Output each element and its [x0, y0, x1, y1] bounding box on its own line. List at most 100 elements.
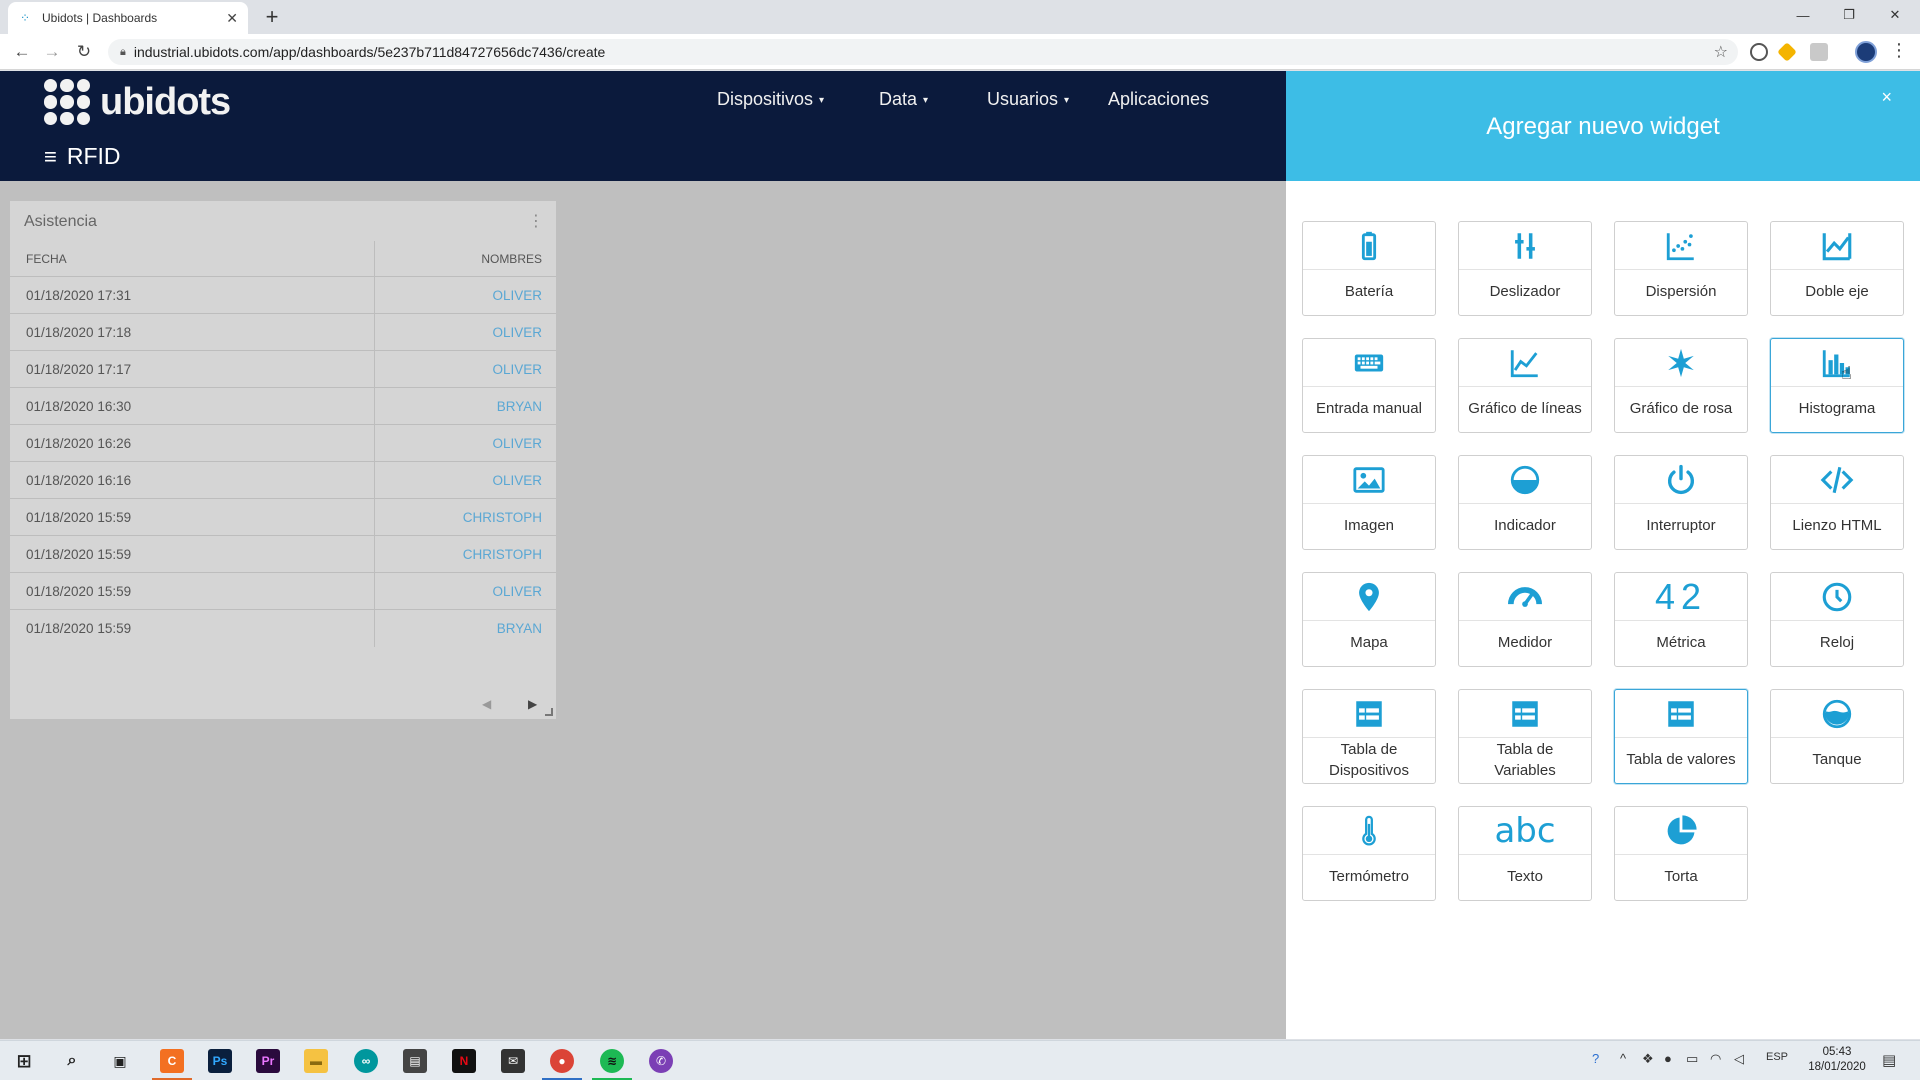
widget-option-tabla-de-variables[interactable]: Tabla de Variables — [1458, 689, 1592, 784]
widget-option-grafico-de-lineas[interactable]: Gráfico de líneas — [1458, 338, 1592, 433]
windows-start-icon[interactable]: ⊞ — [12, 1049, 36, 1073]
widget-option-indicador[interactable]: Indicador — [1458, 455, 1592, 550]
profile-avatar[interactable] — [1855, 41, 1877, 63]
metric-glyph: 42 — [1654, 575, 1708, 617]
hamburger-menu-icon[interactable]: ≡ — [44, 144, 57, 170]
widget-option-interruptor[interactable]: Interruptor — [1614, 455, 1748, 550]
widget-option-termometro[interactable]: Termómetro — [1302, 806, 1436, 901]
name-cell[interactable]: BRYAN — [375, 388, 556, 424]
widget-option-doble-eje[interactable]: Doble eje — [1770, 221, 1904, 316]
browser-tab[interactable]: ⁘ Ubidots | Dashboards ✕ — [8, 2, 248, 34]
table-widget[interactable]: Asistencia ⋮ FECHA NOMBRES 01/18/2020 17… — [10, 201, 556, 719]
widget-option-texto[interactable]: abc Texto — [1458, 806, 1592, 901]
name-cell[interactable]: OLIVER — [375, 573, 556, 609]
nav-data[interactable]: Data ▾ — [879, 89, 928, 110]
widget-option-grafico-de-rosa[interactable]: Gráfico de rosa — [1614, 338, 1748, 433]
name-cell[interactable]: OLIVER — [375, 351, 556, 387]
help-icon[interactable]: ? — [1592, 1051, 1599, 1066]
app-c-icon[interactable]: C — [160, 1049, 184, 1073]
name-cell[interactable]: OLIVER — [375, 277, 556, 313]
widget-option-label: Medidor — [1497, 634, 1553, 652]
search-icon[interactable]: ⌕ — [60, 1049, 84, 1073]
widget-option-histograma[interactable]: Histograma ☝ — [1770, 338, 1904, 433]
window-minimize-button[interactable]: — — [1780, 0, 1826, 30]
widget-option-medidor[interactable]: Medidor — [1458, 572, 1592, 667]
wifi-icon[interactable]: ◠ — [1710, 1051, 1721, 1067]
forward-arrow-icon[interactable]: → — [40, 40, 64, 64]
gauge-icon — [1459, 573, 1591, 621]
tank-icon — [1771, 690, 1903, 738]
widget-option-tabla-de-valores[interactable]: Tabla de valores — [1614, 689, 1748, 784]
name-cell[interactable]: CHRISTOPH — [375, 499, 556, 535]
microphone-icon[interactable]: ● — [1664, 1051, 1672, 1066]
address-bar[interactable]: 🔒︎ industrial.ubidots.com/app/dashboards… — [108, 39, 1738, 65]
language-indicator[interactable]: ESP — [1766, 1051, 1788, 1063]
name-cell[interactable]: OLIVER — [375, 462, 556, 498]
nav-aplicaciones[interactable]: Aplicaciones — [1108, 89, 1209, 110]
new-tab-button[interactable]: + — [260, 4, 284, 30]
taskbar-clock[interactable]: 05:43 18/01/2020 — [1808, 1045, 1866, 1075]
url-text: industrial.ubidots.com/app/dashboards/5e… — [133, 44, 606, 60]
widget-option-tabla-de-dispositivos[interactable]: Tabla de Dispositivos — [1302, 689, 1436, 784]
widget-option-label: Entrada manual — [1316, 400, 1422, 418]
browser-menu-icon[interactable]: ⋮ — [1890, 40, 1908, 61]
widget-option-metrica[interactable]: 42 Métrica — [1614, 572, 1748, 667]
volume-icon[interactable]: ◁ — [1734, 1051, 1744, 1067]
store-icon[interactable]: ▤ — [403, 1049, 427, 1073]
back-arrow-icon[interactable]: ← — [10, 40, 34, 64]
pager-next-icon[interactable]: ▶ — [528, 697, 537, 711]
widget-option-deslizador[interactable]: Deslizador — [1458, 221, 1592, 316]
widget-option-lienzo-html[interactable]: Lienzo HTML — [1770, 455, 1904, 550]
name-cell[interactable]: OLIVER — [375, 314, 556, 350]
mail-icon[interactable]: ✉ — [501, 1049, 525, 1073]
nav-usuarios[interactable]: Usuarios ▾ — [987, 89, 1069, 110]
dashboard-title[interactable]: ≡ RFID — [44, 143, 121, 170]
window-close-button[interactable]: ✕ — [1872, 0, 1918, 30]
photoshop-icon[interactable]: Ps — [208, 1049, 232, 1073]
block-extension-icon[interactable] — [1750, 43, 1768, 61]
notifications-icon[interactable]: ▤ — [1882, 1051, 1896, 1069]
chevron-up-icon[interactable]: ^ — [1620, 1051, 1626, 1066]
nav-label: Aplicaciones — [1108, 89, 1210, 109]
window-restore-button[interactable]: ❐ — [1826, 0, 1872, 30]
widget-option-bateria[interactable]: Batería — [1302, 221, 1436, 316]
thermometer-icon — [1303, 807, 1435, 855]
resize-handle-icon[interactable] — [545, 708, 553, 716]
chrome-icon[interactable]: ● — [550, 1049, 574, 1073]
ubidots-logo[interactable]: ubidots — [44, 79, 231, 125]
widget-option-mapa[interactable]: Mapa — [1302, 572, 1436, 667]
name-cell[interactable]: CHRISTOPH — [375, 536, 556, 572]
spotify-icon[interactable]: ≋ — [600, 1049, 624, 1073]
tab-close-icon[interactable]: ✕ — [226, 10, 238, 27]
whatsapp-icon[interactable]: ✆ — [649, 1049, 673, 1073]
premiere-icon[interactable]: Pr — [256, 1049, 280, 1073]
widget-option-entrada-manual[interactable]: Entrada manual — [1302, 338, 1436, 433]
close-icon[interactable]: × — [1881, 87, 1892, 108]
name-cell[interactable]: BRYAN — [375, 610, 556, 647]
widget-options-icon[interactable]: ⋮ — [528, 211, 544, 231]
name-cell[interactable]: OLIVER — [375, 425, 556, 461]
ubidots-app: ubidots Dispositivos ▾ Data ▾ Usuarios ▾ Ap… — [0, 71, 1920, 1039]
widget-option-torta[interactable]: Torta — [1614, 806, 1748, 901]
widget-option-label: Tabla de valores — [1626, 751, 1736, 769]
task-view-icon[interactable]: ▣ — [108, 1049, 132, 1073]
nav-label: Usuarios — [987, 89, 1059, 109]
reload-icon[interactable]: ↻ — [72, 40, 96, 64]
pager-prev-icon[interactable]: ◀ — [482, 697, 491, 711]
extension-icon[interactable] — [1777, 42, 1797, 62]
arduino-icon[interactable]: ∞ — [354, 1049, 378, 1073]
widget-option-imagen[interactable]: Imagen — [1302, 455, 1436, 550]
nav-label: Dispositivos — [717, 89, 814, 109]
nav-dispositivos[interactable]: Dispositivos ▾ — [717, 89, 824, 110]
widget-option-tanque[interactable]: Tanque — [1770, 689, 1904, 784]
keyboard-icon — [1303, 339, 1435, 387]
file-explorer-icon[interactable]: ▬ — [304, 1049, 328, 1073]
widget-option-reloj[interactable]: Reloj — [1770, 572, 1904, 667]
battery-tray-icon[interactable]: ▭ — [1686, 1051, 1698, 1067]
dropbox-icon[interactable]: ❖ — [1642, 1051, 1654, 1067]
slider-icon — [1459, 222, 1591, 270]
widget-option-dispersion[interactable]: Dispersión — [1614, 221, 1748, 316]
bookmark-star-icon[interactable]: ☆ — [1714, 42, 1728, 62]
cast-extension-icon[interactable] — [1810, 43, 1828, 61]
netflix-icon[interactable]: N — [452, 1049, 476, 1073]
